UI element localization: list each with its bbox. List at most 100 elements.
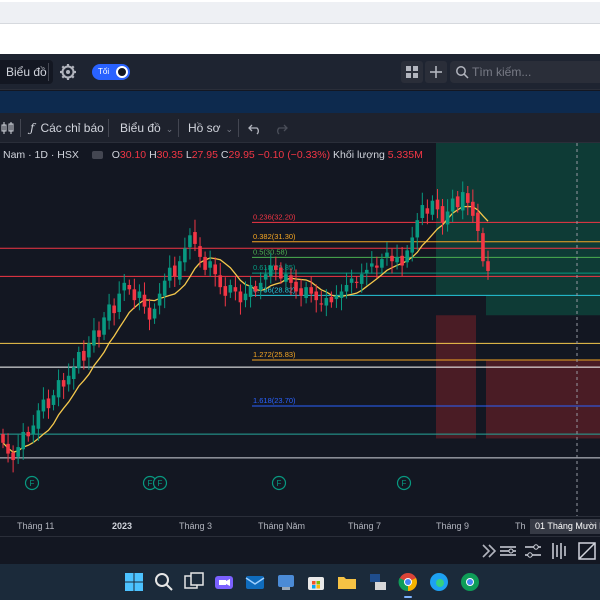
candle-body: [162, 280, 167, 296]
candle-body: [324, 297, 329, 306]
chart-type-label: Biểu đồ: [120, 121, 161, 135]
edge-icon[interactable]: [427, 570, 451, 594]
loss-zone: [436, 315, 476, 439]
candle-body: [92, 330, 96, 346]
candle-body: [445, 211, 450, 225]
candle-body: [400, 255, 404, 266]
fib-level-label: 0.236(32.20): [253, 212, 296, 221]
time-axis[interactable]: Tháng 11 2023 Tháng 3 Tháng Năm Tháng 7 …: [0, 516, 600, 536]
open-key: O: [111, 149, 120, 161]
candle-body: [208, 261, 212, 268]
undo-icon[interactable]: [248, 121, 262, 135]
app-icon[interactable]: [274, 570, 298, 594]
price-chart[interactable]: 0.236(32.20)0.382(31.30)0.5(30.58)0.618(…: [0, 143, 600, 516]
store-icon[interactable]: [304, 570, 328, 594]
search-field[interactable]: Tìm kiếm...: [450, 61, 600, 83]
time-label: Tháng 9: [436, 521, 470, 531]
time-label: Th: [515, 521, 526, 531]
candle-body: [319, 303, 324, 305]
add-button[interactable]: [425, 61, 447, 83]
candle-body: [486, 261, 490, 271]
candle-body: [61, 380, 66, 387]
candle-body: [228, 285, 233, 293]
chart-type-button[interactable]: Biểu đồ ⌄: [120, 113, 173, 143]
candle-body: [364, 269, 369, 274]
tool-bars-icon[interactable]: [548, 540, 570, 562]
grid-icon: [406, 66, 418, 78]
open-value: 30.10: [119, 149, 147, 161]
candle-body: [71, 367, 76, 380]
candle-body: [375, 265, 379, 268]
candle-body: [238, 291, 243, 303]
candle-body: [395, 256, 399, 263]
candle-body: [370, 263, 374, 267]
candle-body: [248, 285, 253, 297]
candle-body: [56, 380, 61, 398]
candle-body: [440, 206, 445, 223]
app-header: Biểu đồ Tối Tìm kiếm...: [0, 54, 600, 90]
tool-lines-icon[interactable]: [497, 540, 519, 562]
candle-body: [193, 232, 197, 244]
event-marker-label: F: [277, 479, 282, 488]
candle-body: [132, 289, 137, 301]
candle-body: [51, 395, 56, 405]
meet-icon[interactable]: [212, 570, 236, 594]
candle-body: [183, 248, 187, 263]
candle-body: [26, 431, 31, 437]
candle-body: [82, 350, 86, 361]
symbol-label[interactable]: Nam · 1D · HSX: [3, 149, 79, 161]
candle-body: [359, 274, 364, 284]
time-label: Tháng 11: [17, 521, 55, 531]
windows-start-icon[interactable]: [122, 570, 146, 594]
indicators-button[interactable]: ƒ Các chỉ báo: [30, 113, 104, 143]
time-label: 2023: [112, 521, 133, 531]
mail-icon[interactable]: [243, 570, 267, 594]
candle-body: [460, 192, 465, 211]
indicators-icon: ƒ: [30, 121, 35, 135]
candle-body: [385, 252, 389, 257]
legend-menu-icon[interactable]: [91, 151, 103, 160]
candles-icon[interactable]: [1, 121, 15, 135]
divider: [108, 119, 109, 137]
candle-body: [425, 208, 430, 214]
taskbar-search-icon[interactable]: [152, 570, 176, 594]
candle-body: [243, 293, 248, 301]
candle-body: [329, 296, 334, 303]
network-icon[interactable]: [366, 570, 390, 594]
candle-body: [157, 293, 162, 306]
low-value: 27.95: [191, 149, 218, 161]
tool-measure-icon[interactable]: [576, 540, 598, 562]
candle-body: [405, 250, 409, 263]
task-view-icon[interactable]: [182, 570, 206, 594]
event-marker-label: F: [30, 479, 35, 488]
folder-icon[interactable]: [335, 570, 359, 594]
candle-body: [137, 291, 142, 298]
high-value: 30.35: [156, 149, 183, 161]
candle-body: [178, 261, 182, 280]
tool-sliders-icon[interactable]: [522, 540, 544, 562]
divider: [20, 119, 21, 137]
event-markers: FFFFF: [24, 475, 412, 491]
chart-tab[interactable]: Biểu đồ: [0, 60, 53, 84]
redo-icon[interactable]: [274, 121, 288, 135]
candle-body: [198, 246, 202, 257]
candle-body: [97, 330, 101, 337]
layout-grid-button[interactable]: [401, 61, 423, 83]
candle-body: [314, 291, 319, 301]
browser-address-bar[interactable]: [0, 2, 600, 24]
theme-toggle[interactable]: Tối: [92, 64, 130, 80]
candle-body: [233, 287, 238, 292]
gear-icon[interactable]: [58, 62, 78, 82]
candle-body: [268, 265, 273, 277]
theme-toggle-label: Tối: [98, 67, 110, 76]
toggle-knob: [116, 66, 128, 78]
profile-button[interactable]: Hồ sơ ⌄: [188, 113, 233, 143]
high-key: H: [149, 149, 157, 161]
chrome-icon[interactable]: [396, 570, 420, 598]
candle-body: [294, 281, 298, 292]
chart-canvas[interactable]: 0.236(32.20)0.382(31.30)0.5(30.58)0.618(…: [0, 143, 600, 516]
candle-body: [203, 256, 207, 270]
chrome-profile-icon[interactable]: [458, 570, 482, 594]
candle-body: [107, 304, 111, 321]
tab-strip: [0, 91, 600, 113]
